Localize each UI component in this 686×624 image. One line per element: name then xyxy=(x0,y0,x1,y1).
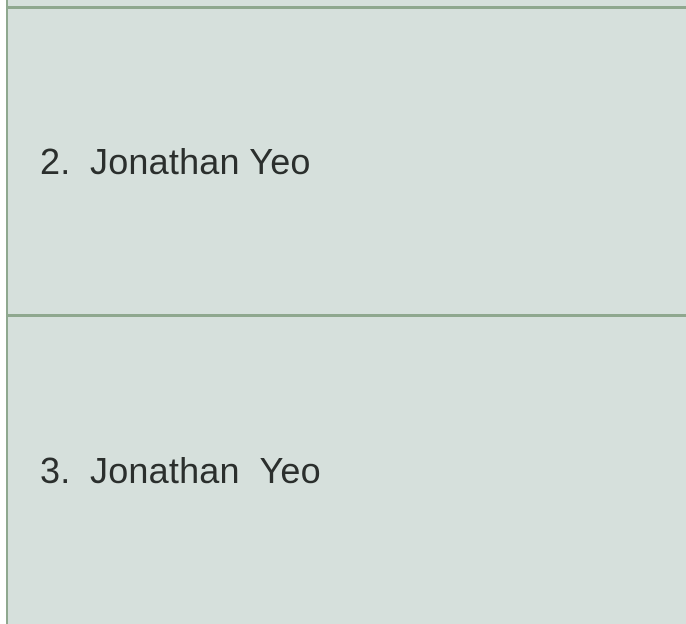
results-list: 2. Jonathan Yeo 3. Jonathan Yeo xyxy=(6,0,686,624)
list-item-label: Jonathan Yeo xyxy=(90,140,311,182)
list-item-label: Jonathan Yeo xyxy=(90,449,321,491)
list-item-number: 3. xyxy=(40,449,71,491)
list-item-number: 2. xyxy=(40,140,71,182)
list-item[interactable]: 2. Jonathan Yeo xyxy=(8,9,686,314)
list-item[interactable]: 3. Jonathan Yeo xyxy=(8,317,686,624)
